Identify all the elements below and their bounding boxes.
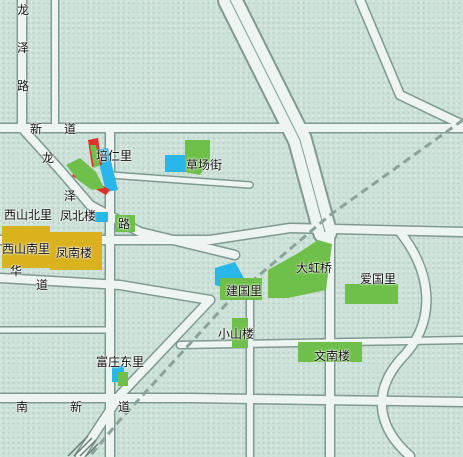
label-jianguo-li[interactable]: 建国里 xyxy=(226,285,262,297)
road-label-nan-xin-3: 道 xyxy=(118,400,131,414)
label-xiaoshan-lou[interactable]: 小山楼 xyxy=(218,328,254,340)
road-label-long-ze-diag-2: 泽 xyxy=(64,189,77,203)
label-peiren-li[interactable]: 培仁里 xyxy=(96,150,132,162)
road-label-nan-xin-1: 南 xyxy=(16,400,29,414)
road-label-long-ze-diag-3: 路 xyxy=(118,217,131,231)
road-label-hua-1: 华 xyxy=(10,264,23,278)
label-fengbei-lou[interactable]: 凤北楼 xyxy=(60,210,96,222)
road-label-top-2: 道 xyxy=(64,122,77,136)
label-xishan-bei-li[interactable]: 西山北里 xyxy=(4,209,52,221)
label-caochang-jie[interactable]: 草场街 xyxy=(186,159,222,171)
map-canvas[interactable]: 龙 泽 路 新 道 龙 泽 路 华 道 南 新 道 培仁里 草场街 西山北里 凤… xyxy=(0,0,463,457)
road-label-long-ze-diag-1: 龙 xyxy=(42,151,55,165)
label-wennan-lou[interactable]: 文南楼 xyxy=(314,350,350,362)
label-fuzhuang-dong-li[interactable]: 富庄东里 xyxy=(96,356,144,368)
road-label-top-1: 新 xyxy=(30,122,43,136)
road-label-long-ze-vertical: 龙 泽 路 xyxy=(16,3,29,93)
aiguo-li-green-area xyxy=(345,284,398,304)
fuzhuang-dong-li-green-area xyxy=(118,372,128,386)
district-areas xyxy=(2,138,398,386)
label-fengnan-lou[interactable]: 凤南楼 xyxy=(56,247,92,259)
label-dahong-qiao[interactable]: 大虹桥 xyxy=(296,262,332,274)
road-label-nan-xin-2: 新 xyxy=(70,400,83,414)
label-xishan-nan-li[interactable]: 西山南里 xyxy=(2,243,50,255)
caochang-jie-blue-area xyxy=(165,155,185,172)
road-label-hua-2: 道 xyxy=(36,278,49,292)
label-aiguo-li[interactable]: 爱国里 xyxy=(360,273,396,285)
fengbei-lou-blue-area xyxy=(95,212,108,222)
